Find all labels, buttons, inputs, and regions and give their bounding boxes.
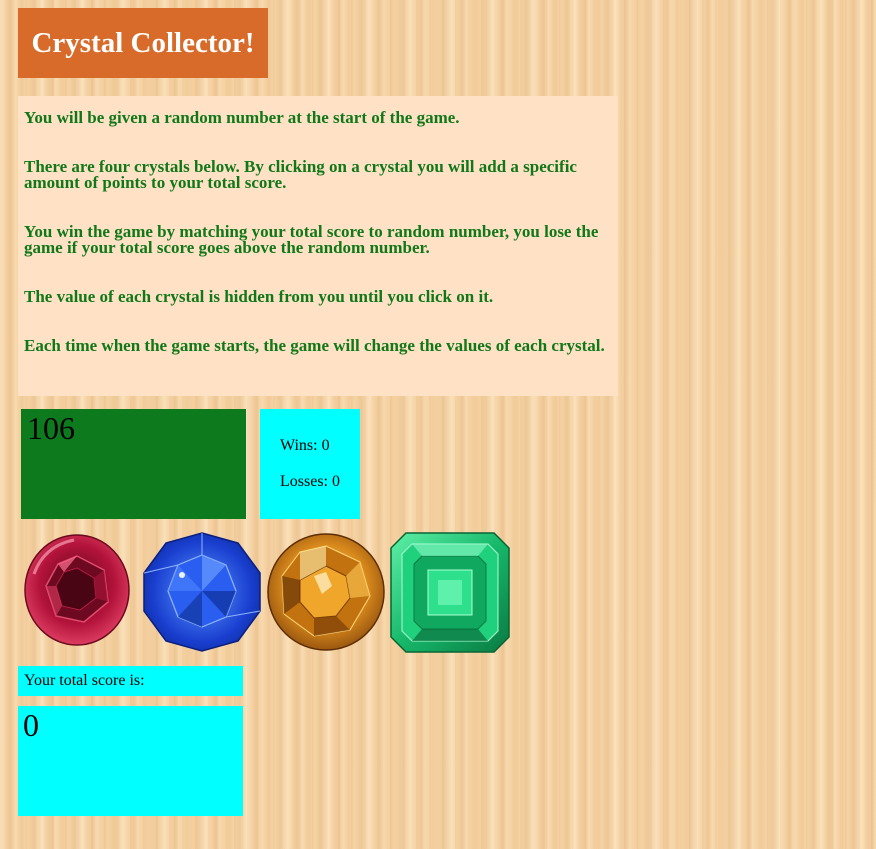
instructions-panel: You will be given a random number at the… <box>18 96 618 396</box>
topaz-crystal-button[interactable] <box>266 532 386 652</box>
win-loss-box: Wins: 0 Losses: 0 <box>260 409 360 519</box>
ruby-crystal-icon <box>24 534 130 646</box>
instruction-5: Each time when the game starts, the game… <box>24 336 605 355</box>
sapphire-crystal-button[interactable] <box>142 531 262 653</box>
emerald-crystal-icon <box>390 532 510 653</box>
random-number-box: 106 <box>21 409 246 519</box>
total-score: 0 <box>23 707 39 743</box>
instruction-2: There are four crystals below. By clicki… <box>24 157 577 192</box>
instruction-4: The value of each crystal is hidden from… <box>24 287 494 306</box>
instruction-1: You will be given a random number at the… <box>24 108 460 127</box>
score-label: Your total score is: <box>24 672 145 689</box>
page-title: Crystal Collector! <box>18 8 268 78</box>
emerald-crystal-button[interactable] <box>390 532 510 653</box>
random-number: 106 <box>27 410 75 446</box>
losses-count: Losses: 0 <box>280 473 340 490</box>
topaz-crystal-icon <box>267 533 385 651</box>
sapphire-crystal-icon <box>143 532 261 652</box>
wins-count: Wins: 0 <box>280 437 330 454</box>
page-title-text: Crystal Collector! <box>31 26 255 59</box>
total-score-box: 0 <box>18 706 243 816</box>
score-label-box: Your total score is: <box>18 666 243 696</box>
instruction-3: You win the game by matching your total … <box>24 222 599 257</box>
ruby-crystal-button[interactable] <box>24 534 130 646</box>
